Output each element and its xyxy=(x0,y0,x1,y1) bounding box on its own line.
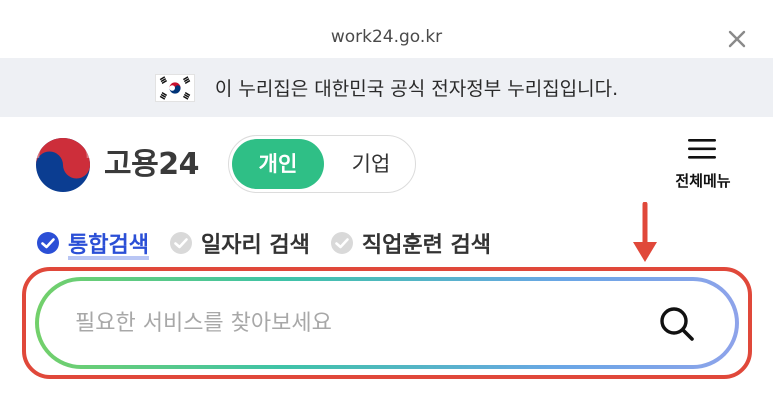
tab-job-search[interactable]: 일자리 검색 xyxy=(169,227,310,259)
gov-banner-text: 이 누리집은 대한민국 공식 전자정부 누리집입니다. xyxy=(214,78,619,100)
check-circle-icon xyxy=(330,232,353,254)
search-icon[interactable] xyxy=(657,304,697,344)
user-type-toggle: 개인 기업 xyxy=(228,135,416,193)
toggle-personal[interactable]: 개인 xyxy=(232,139,324,189)
gov-banner: 이 누리집은 대한민국 공식 전자정부 누리집입니다. xyxy=(0,58,773,117)
tab-job-search-label: 일자리 검색 xyxy=(200,233,310,258)
korean-flag-icon xyxy=(154,73,195,102)
arrow-down-icon xyxy=(633,202,657,262)
full-menu-label: 전체메뉴 xyxy=(675,172,731,190)
search-bar-inner xyxy=(39,281,735,365)
tab-training-search[interactable]: 직업훈련 검색 xyxy=(330,227,491,259)
brand-name[interactable]: 고용24 xyxy=(104,140,199,190)
government-emblem-icon[interactable] xyxy=(34,136,92,194)
search-input[interactable] xyxy=(75,281,635,365)
close-icon[interactable] xyxy=(724,26,750,52)
search-scope-tabs: 통합검색 일자리 검색 직업훈련 검색 xyxy=(36,225,511,261)
check-circle-icon xyxy=(37,232,59,254)
full-menu-button[interactable]: 전체메뉴 xyxy=(660,134,746,196)
browser-url-bar[interactable]: work24.go.kr xyxy=(0,0,773,58)
tab-integrated-search[interactable]: 통합검색 xyxy=(36,227,149,259)
url-text: work24.go.kr xyxy=(330,27,443,47)
check-circle-icon xyxy=(169,232,192,254)
hamburger-menu-icon xyxy=(688,139,716,159)
search-bar xyxy=(35,277,739,369)
toggle-business[interactable]: 기업 xyxy=(333,139,409,189)
tab-integrated-search-label: 통합검색 xyxy=(68,233,149,258)
tab-training-search-label: 직업훈련 검색 xyxy=(361,233,491,258)
